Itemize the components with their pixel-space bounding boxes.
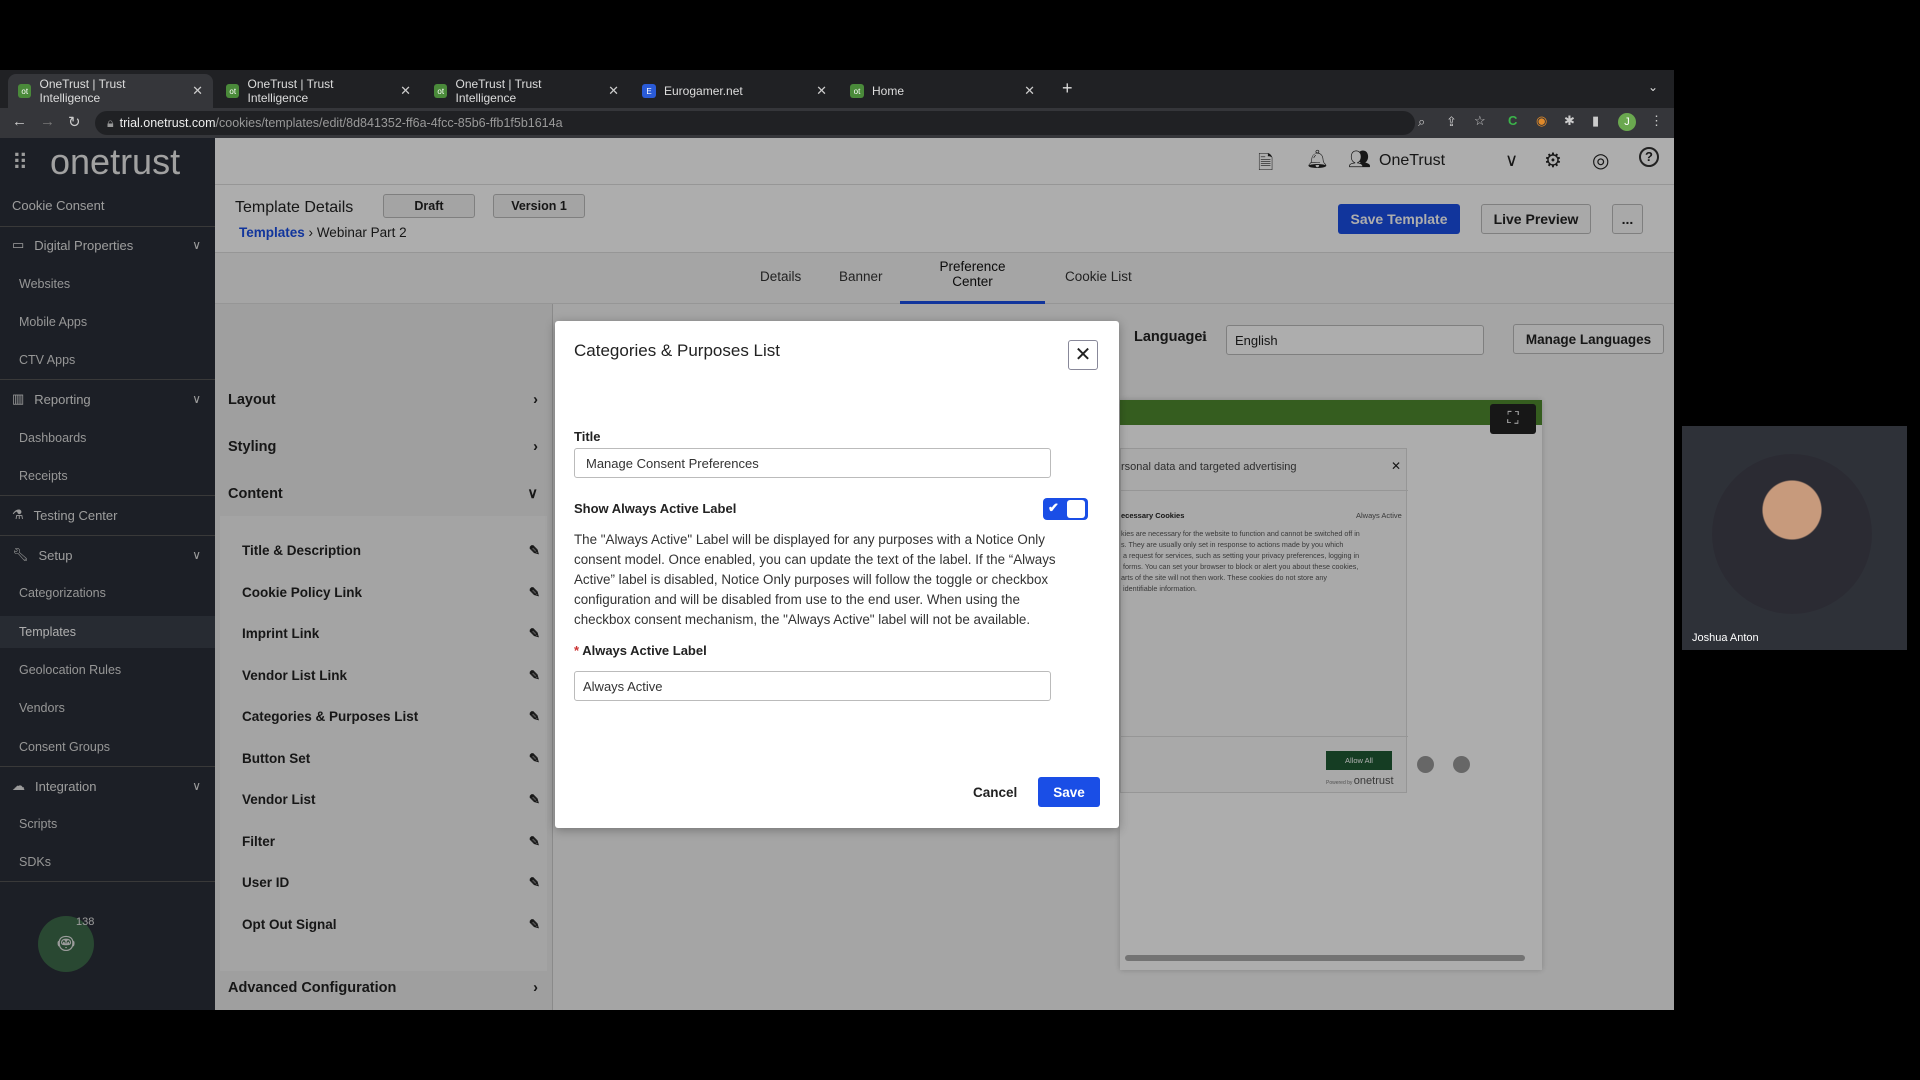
always-active-label-input[interactable]: Always Active: [574, 671, 1051, 701]
toggle-label: Show Always Active Label: [574, 501, 737, 516]
close-tab-icon[interactable]: ✕: [400, 83, 411, 99]
webcam-video: Joshua Anton: [1682, 426, 1907, 650]
url-path: /cookies/templates/edit/8d841352-ff6a-4f…: [215, 116, 563, 130]
onetrust-favicon-icon: ot: [18, 84, 32, 98]
extension-icon[interactable]: C: [1508, 113, 1517, 128]
close-icon[interactable]: ✕: [1068, 340, 1098, 370]
profile-avatar[interactable]: J: [1618, 113, 1636, 131]
close-tab-icon[interactable]: ✕: [192, 83, 203, 99]
zoom-icon[interactable]: ⌕: [1418, 114, 1425, 130]
extension-icon[interactable]: ◉: [1536, 113, 1547, 129]
browser-tab[interactable]: ot Home ✕: [840, 74, 1045, 108]
browser-tab[interactable]: ot OneTrust | Trust Intelligence ✕: [216, 74, 421, 108]
eurogamer-favicon-icon: E: [642, 84, 656, 98]
modal-title: Categories & Purposes List: [574, 341, 780, 360]
forward-icon[interactable]: →: [40, 113, 55, 130]
tab-title: OneTrust | Trust Intelligence: [455, 77, 542, 105]
title-label: Title: [574, 429, 601, 444]
required-mark: *: [574, 643, 580, 658]
onetrust-favicon-icon: ot: [850, 84, 864, 98]
categories-purposes-modal: Categories & Purposes List ✕ Title Manag…: [555, 321, 1119, 828]
tab-list-chevron-icon[interactable]: ⌄: [1648, 80, 1658, 94]
url-input[interactable]: 🔒︎ trial.onetrust.com/cookies/templates/e…: [95, 111, 1415, 135]
save-button[interactable]: Save: [1038, 777, 1100, 807]
cancel-button[interactable]: Cancel: [973, 785, 1017, 800]
checkmark-icon: ✔: [1048, 500, 1059, 515]
browser-tab[interactable]: ot OneTrust | Trust Intelligence ✕: [8, 74, 213, 108]
address-bar-row: ← → ↻ 🔒︎ trial.onetrust.com/cookies/templ…: [0, 108, 1674, 138]
reload-icon[interactable]: ↻: [68, 113, 81, 131]
tab-title: Eurogamer.net: [664, 84, 743, 98]
participant-photo: [1712, 454, 1872, 614]
title-input[interactable]: Manage Consent Preferences: [574, 448, 1051, 478]
always-active-toggle[interactable]: ✔: [1043, 498, 1088, 520]
side-panel-icon[interactable]: ▮: [1592, 113, 1599, 129]
lock-icon: 🔒︎: [107, 115, 114, 130]
browser-menu-icon[interactable]: ⋮: [1650, 113, 1663, 129]
new-tab-icon[interactable]: +: [1062, 78, 1073, 99]
onetrust-favicon-icon: ot: [226, 84, 240, 98]
tab-title: OneTrust | Trust Intelligence: [39, 77, 126, 105]
url-host: trial.onetrust.com: [119, 116, 216, 130]
browser-tab[interactable]: E Eurogamer.net ✕: [632, 74, 837, 108]
close-tab-icon[interactable]: ✕: [1024, 83, 1035, 99]
extensions-puzzle-icon[interactable]: ✱: [1564, 113, 1575, 129]
tab-title: Home: [872, 84, 905, 98]
tab-title: OneTrust | Trust Intelligence: [247, 77, 334, 105]
toggle-description: The "Always Active" Label will be displa…: [574, 532, 1056, 627]
always-active-label-label: Always Active Label: [582, 643, 707, 658]
browser-tab[interactable]: ot OneTrust | Trust Intelligence ✕: [424, 74, 629, 108]
close-tab-icon[interactable]: ✕: [608, 83, 619, 99]
browser-tab-bar: ot OneTrust | Trust Intelligence ✕ ot OneTr…: [0, 70, 1674, 108]
onetrust-favicon-icon: ot: [434, 84, 448, 98]
back-icon[interactable]: ←: [12, 113, 27, 130]
participant-name: Joshua Anton: [1692, 632, 1759, 644]
close-tab-icon[interactable]: ✕: [816, 83, 827, 99]
bookmark-star-icon[interactable]: ☆: [1474, 113, 1486, 129]
share-icon[interactable]: ⇪: [1446, 114, 1457, 130]
